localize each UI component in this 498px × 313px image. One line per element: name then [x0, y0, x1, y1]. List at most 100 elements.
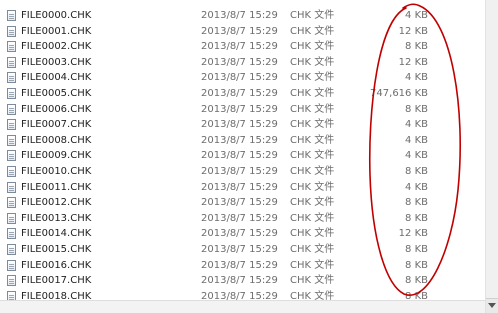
chk-file-icon — [7, 275, 16, 287]
file-date-modified: 2013/8/7 15:29 — [201, 134, 278, 146]
file-type: CHK 文件 — [290, 243, 335, 255]
chk-file-icon — [7, 119, 16, 131]
file-size: 8 KB — [405, 41, 428, 53]
file-row[interactable]: FILE0002.CHK 2013/8/7 15:29 CHK 文件 8 KB — [0, 39, 484, 55]
chk-file-icon — [7, 228, 16, 240]
file-type: CHK 文件 — [290, 212, 335, 224]
file-row[interactable]: FILE0017.CHK 2013/8/7 15:29 CHK 文件 8 KB — [0, 273, 484, 289]
file-size: 8 KB — [405, 243, 428, 255]
file-type: CHK 文件 — [290, 41, 335, 53]
file-row[interactable]: FILE0010.CHK 2013/8/7 15:29 CHK 文件 8 KB — [0, 164, 484, 180]
file-name: FILE0013.CHK — [21, 212, 92, 224]
file-name: FILE0011.CHK — [21, 181, 92, 193]
file-list: FILE0000.CHK 2013/8/7 15:29 CHK 文件 4 KB … — [0, 8, 484, 304]
vertical-scrollbar[interactable] — [485, 0, 498, 313]
chk-file-icon — [7, 41, 16, 53]
file-row[interactable]: FILE0016.CHK 2013/8/7 15:29 CHK 文件 8 KB — [0, 258, 484, 274]
chk-file-icon — [7, 197, 16, 209]
file-size: 8 KB — [405, 197, 428, 209]
file-row[interactable]: FILE0012.CHK 2013/8/7 15:29 CHK 文件 8 KB — [0, 195, 484, 211]
file-name: FILE0004.CHK — [21, 72, 92, 84]
file-name: FILE0014.CHK — [21, 228, 92, 240]
file-size: 4 KB — [405, 134, 428, 146]
file-row[interactable]: FILE0009.CHK 2013/8/7 15:29 CHK 文件 4 KB — [0, 148, 484, 164]
file-date-modified: 2013/8/7 15:29 — [201, 259, 278, 271]
chk-file-icon — [7, 56, 16, 68]
file-date-modified: 2013/8/7 15:29 — [201, 228, 278, 240]
file-row[interactable]: FILE0005.CHK 2013/8/7 15:29 CHK 文件 747,6… — [0, 86, 484, 102]
file-name: FILE0005.CHK — [21, 87, 92, 99]
file-date-modified: 2013/8/7 15:29 — [201, 119, 278, 131]
scroll-down-button[interactable] — [486, 298, 498, 313]
file-type: CHK 文件 — [290, 72, 335, 84]
file-size: 4 KB — [405, 10, 428, 21]
file-type: CHK 文件 — [290, 275, 335, 287]
file-type: CHK 文件 — [290, 165, 335, 177]
file-row[interactable]: FILE0001.CHK 2013/8/7 15:29 CHK 文件 12 KB — [0, 24, 484, 40]
file-date-modified: 2013/8/7 15:29 — [201, 275, 278, 287]
file-type: CHK 文件 — [290, 10, 335, 21]
file-date-modified: 2013/8/7 15:29 — [201, 197, 278, 209]
file-row[interactable]: FILE0011.CHK 2013/8/7 15:29 CHK 文件 4 KB — [0, 180, 484, 196]
file-date-modified: 2013/8/7 15:29 — [201, 150, 278, 162]
file-row[interactable]: FILE0013.CHK 2013/8/7 15:29 CHK 文件 8 KB — [0, 211, 484, 227]
file-size: 4 KB — [405, 72, 428, 84]
file-type: CHK 文件 — [290, 134, 335, 146]
file-type: CHK 文件 — [290, 150, 335, 162]
file-name: FILE0001.CHK — [21, 25, 92, 37]
chk-file-icon — [7, 165, 16, 177]
chk-file-icon — [7, 212, 16, 224]
file-size: 4 KB — [405, 150, 428, 162]
file-date-modified: 2013/8/7 15:29 — [201, 103, 278, 115]
chk-file-icon — [7, 103, 16, 115]
file-row[interactable]: FILE0006.CHK 2013/8/7 15:29 CHK 文件 8 KB — [0, 102, 484, 118]
chk-file-icon — [7, 243, 16, 255]
file-name: FILE0003.CHK — [21, 56, 92, 68]
file-row[interactable]: FILE0015.CHK 2013/8/7 15:29 CHK 文件 8 KB — [0, 242, 484, 258]
file-name: FILE0010.CHK — [21, 165, 92, 177]
file-size: 8 KB — [405, 103, 428, 115]
chk-file-icon — [7, 259, 16, 271]
file-name: FILE0015.CHK — [21, 243, 92, 255]
file-row[interactable]: FILE0008.CHK 2013/8/7 15:29 CHK 文件 4 KB — [0, 133, 484, 149]
file-type: CHK 文件 — [290, 181, 335, 193]
file-size: 8 KB — [405, 165, 428, 177]
chk-file-icon — [7, 10, 16, 21]
file-size: 8 KB — [405, 259, 428, 271]
scroll-down-arrow-icon — [488, 303, 496, 308]
file-type: CHK 文件 — [290, 119, 335, 131]
file-type: CHK 文件 — [290, 103, 335, 115]
file-row[interactable]: FILE0014.CHK 2013/8/7 15:29 CHK 文件 12 KB — [0, 226, 484, 242]
file-size: 8 KB — [405, 212, 428, 224]
file-size: 12 KB — [398, 228, 428, 240]
chk-file-icon — [7, 150, 16, 162]
file-size: 747,616 KB — [370, 87, 428, 99]
file-date-modified: 2013/8/7 15:29 — [201, 72, 278, 84]
file-type: CHK 文件 — [290, 228, 335, 240]
file-size: 12 KB — [398, 25, 428, 37]
file-name: FILE0000.CHK — [21, 10, 92, 21]
file-date-modified: 2013/8/7 15:29 — [201, 181, 278, 193]
file-type: CHK 文件 — [290, 25, 335, 37]
horizontal-scroll-strip[interactable] — [0, 300, 486, 313]
file-date-modified: 2013/8/7 15:29 — [201, 87, 278, 99]
file-row[interactable]: FILE0003.CHK 2013/8/7 15:29 CHK 文件 12 KB — [0, 55, 484, 71]
chk-file-icon — [7, 25, 16, 37]
file-date-modified: 2013/8/7 15:29 — [201, 41, 278, 53]
file-row[interactable]: FILE0007.CHK 2013/8/7 15:29 CHK 文件 4 KB — [0, 117, 484, 133]
file-name: FILE0017.CHK — [21, 275, 92, 287]
file-date-modified: 2013/8/7 15:29 — [201, 10, 278, 21]
chk-file-icon — [7, 181, 16, 193]
file-type: CHK 文件 — [290, 56, 335, 68]
file-type: CHK 文件 — [290, 197, 335, 209]
file-list-view: FILE0000.CHK 2013/8/7 15:29 CHK 文件 4 KB … — [0, 0, 498, 313]
file-name: FILE0007.CHK — [21, 119, 92, 131]
file-size: 4 KB — [405, 119, 428, 131]
chk-file-icon — [7, 72, 16, 84]
chk-file-icon — [7, 134, 16, 146]
file-row[interactable]: FILE0004.CHK 2013/8/7 15:29 CHK 文件 4 KB — [0, 70, 484, 86]
chk-file-icon — [7, 87, 16, 99]
file-date-modified: 2013/8/7 15:29 — [201, 25, 278, 37]
file-date-modified: 2013/8/7 15:29 — [201, 212, 278, 224]
file-row[interactable]: FILE0000.CHK 2013/8/7 15:29 CHK 文件 4 KB — [0, 8, 484, 24]
